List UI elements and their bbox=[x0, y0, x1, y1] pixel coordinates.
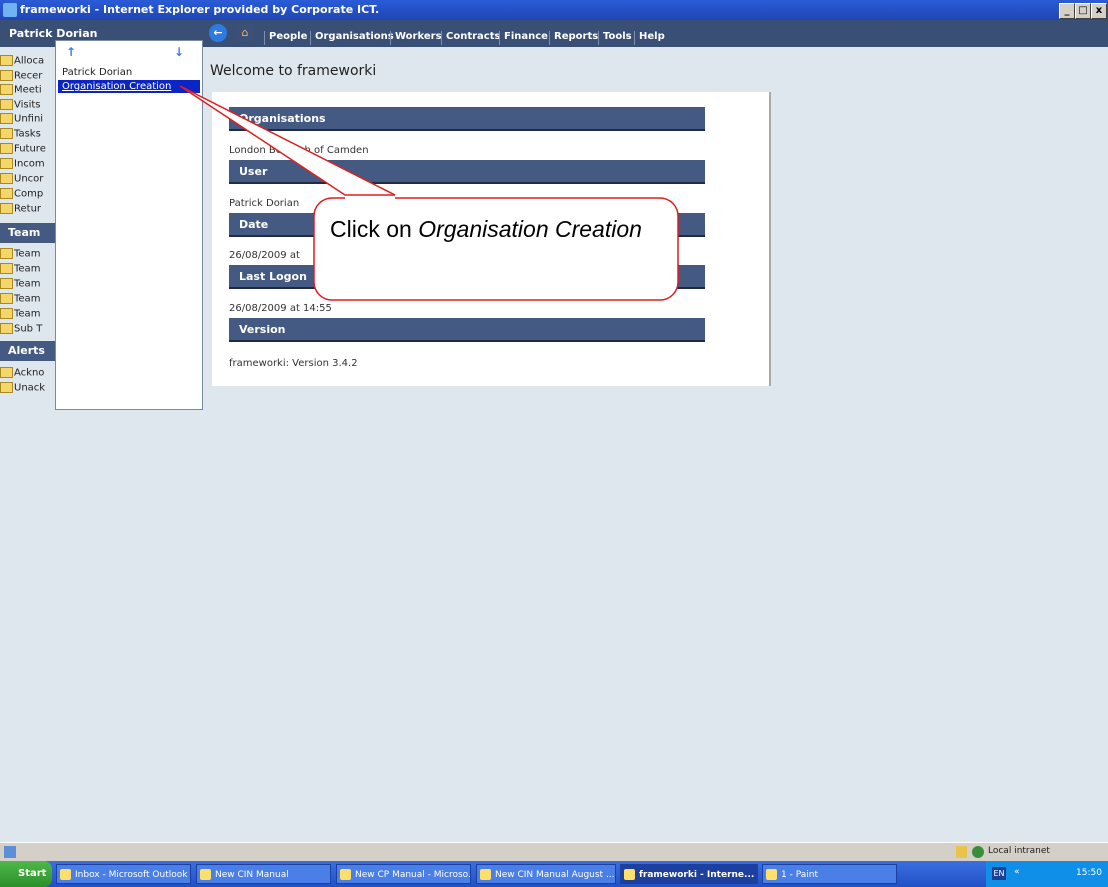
outlook-icon bbox=[60, 869, 71, 880]
clock: 15:50 bbox=[1076, 868, 1102, 878]
task-cin-manual-august[interactable]: New CIN Manual August ... bbox=[476, 864, 616, 884]
task-frameworki[interactable]: frameworki - Interne... bbox=[620, 864, 758, 884]
callout-text: Click on bbox=[330, 216, 419, 242]
word-icon bbox=[480, 869, 491, 880]
word-icon bbox=[340, 869, 351, 880]
task-paint[interactable]: 1 - Paint bbox=[762, 864, 897, 884]
security-zone: Local intranet bbox=[988, 846, 1050, 856]
system-tray: EN « 15:50 bbox=[986, 861, 1108, 887]
language-indicator[interactable]: EN bbox=[992, 867, 1006, 880]
paint-icon bbox=[766, 869, 777, 880]
status-bar: Local intranet bbox=[0, 842, 1108, 862]
task-outlook[interactable]: Inbox - Microsoft Outlook bbox=[56, 864, 191, 884]
taskbar: Start Inbox - Microsoft Outlook New CIN … bbox=[0, 861, 1108, 887]
folder-icon bbox=[200, 869, 211, 880]
lock-icon bbox=[956, 846, 967, 858]
callout-box: Click on Organisation Creation bbox=[314, 198, 678, 300]
start-button[interactable]: Start bbox=[0, 861, 52, 887]
tray-expand-icon[interactable]: « bbox=[1014, 867, 1020, 877]
ie-icon bbox=[624, 869, 635, 880]
intranet-icon bbox=[972, 846, 984, 858]
task-cp-manual[interactable]: New CP Manual - Microso... bbox=[336, 864, 471, 884]
callout-pointer bbox=[179, 85, 679, 301]
task-cin-manual[interactable]: New CIN Manual bbox=[196, 864, 331, 884]
callout-text-italic: Organisation Creation bbox=[418, 216, 642, 242]
page-icon bbox=[4, 846, 16, 858]
